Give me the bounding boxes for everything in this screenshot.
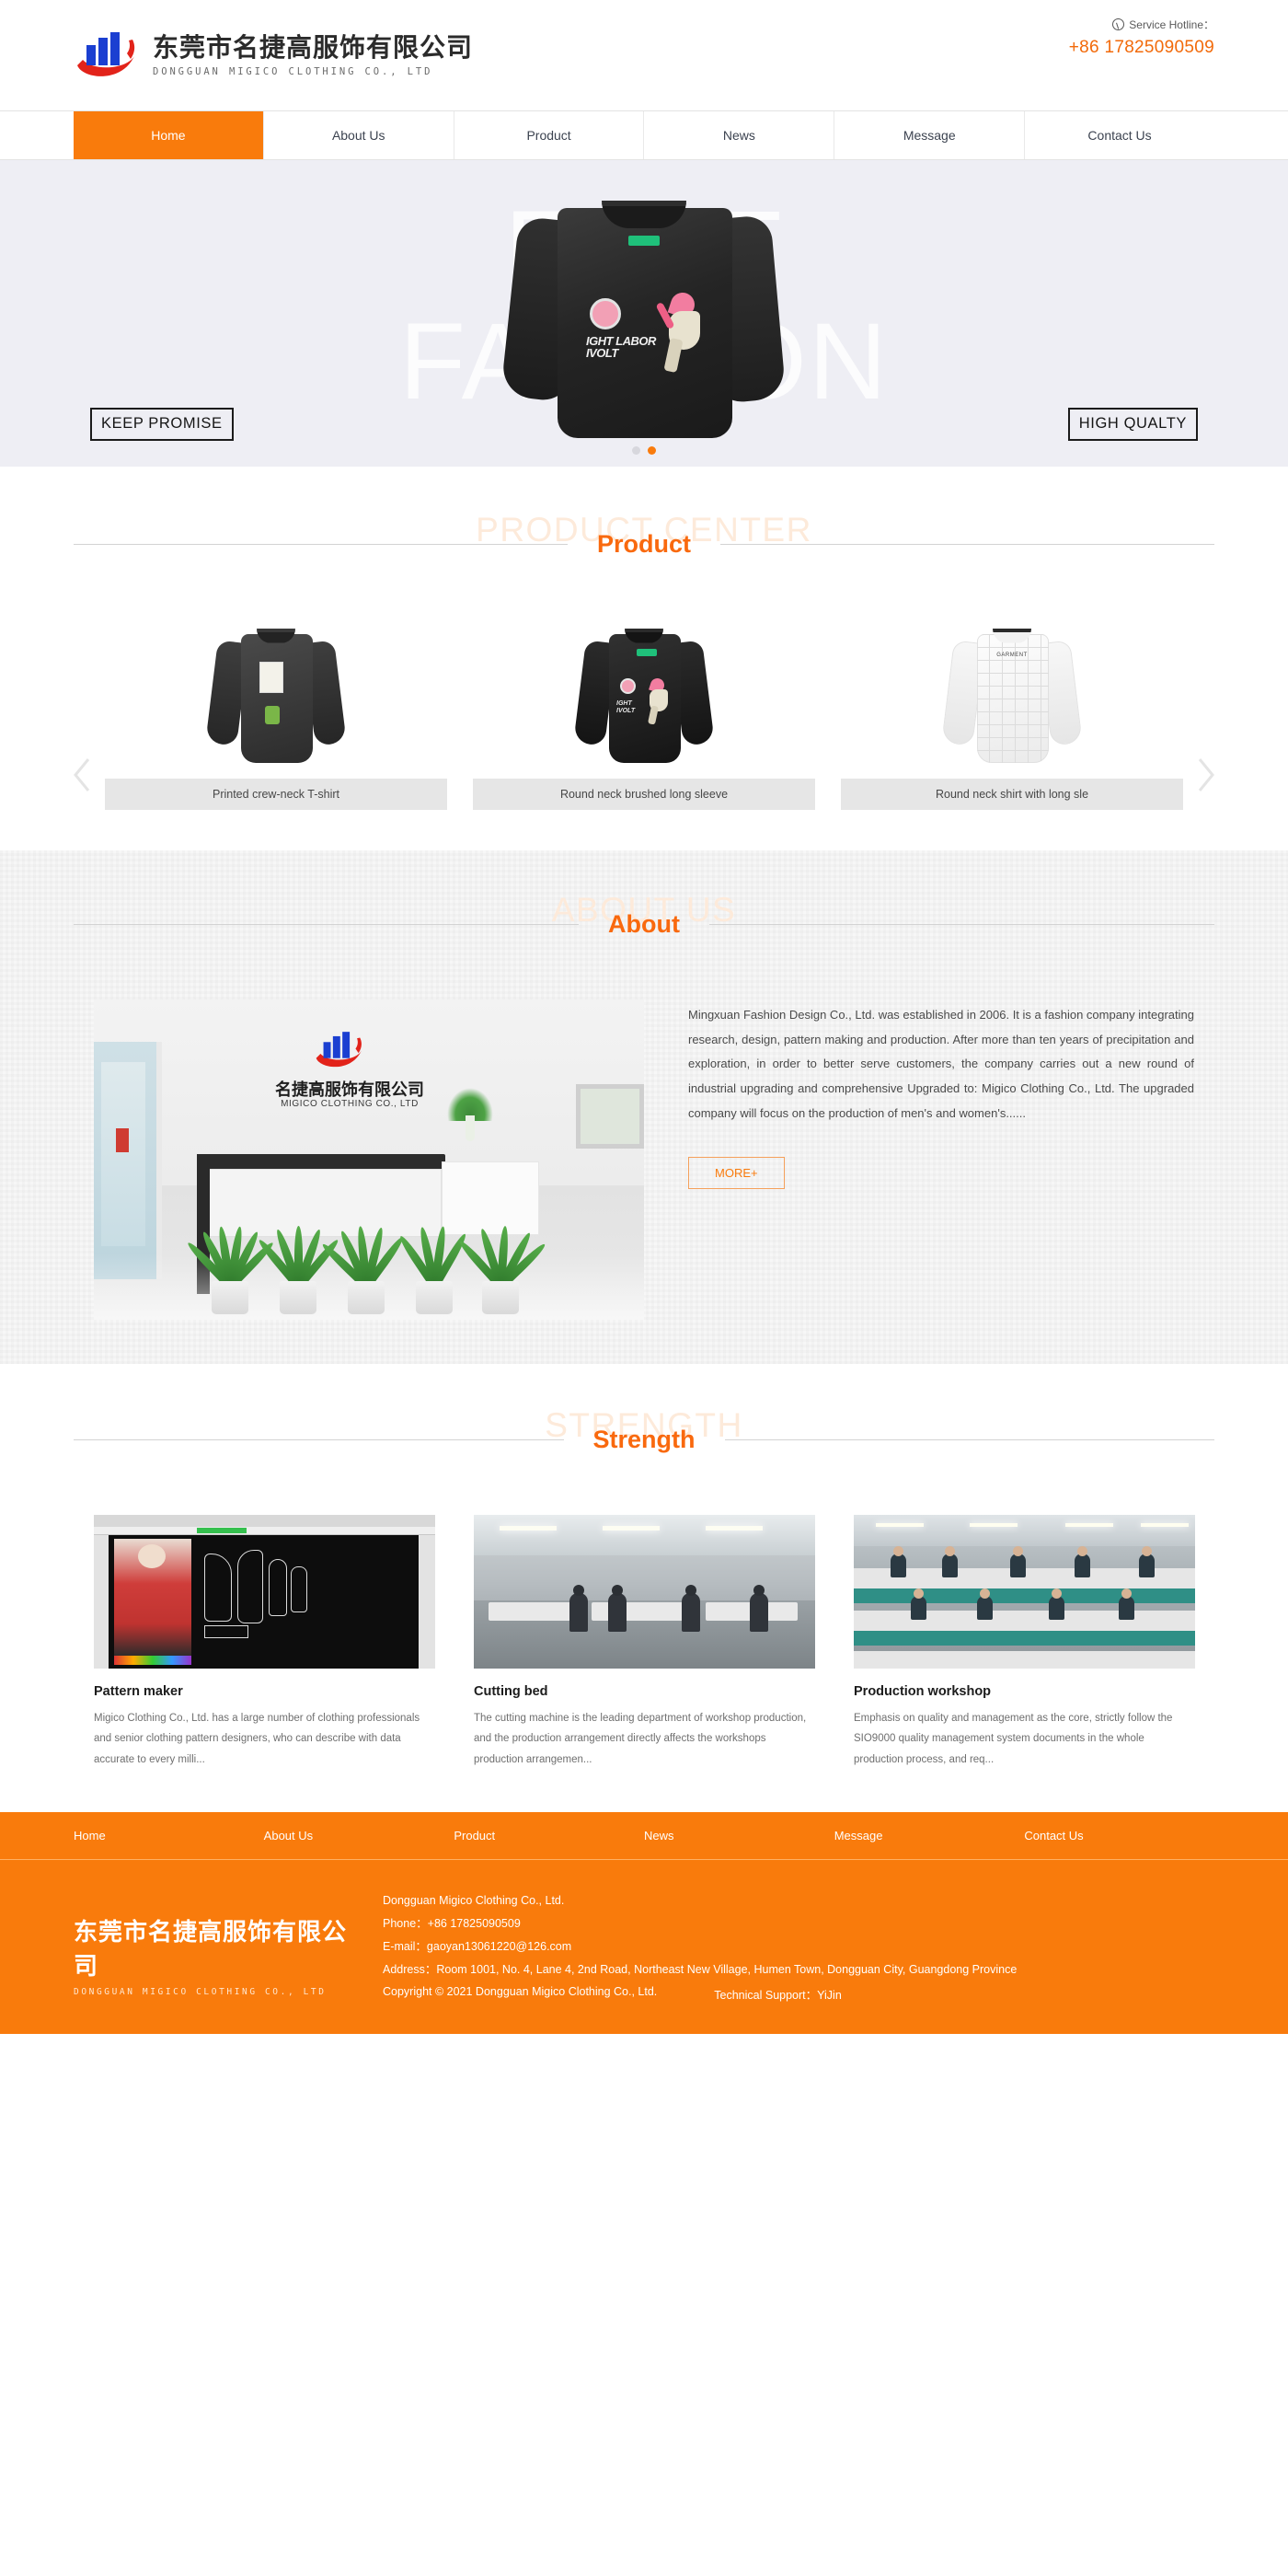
product-section-heading: PRODUCT CENTER Product [0,500,1288,595]
about-section: ABOUT US About 名捷高服饰有限公司 MIGICO CLOTHING… [0,850,1288,1364]
product-caption: Round neck brushed long sleeve [473,779,815,810]
carousel-prev-arrow-icon[interactable] [70,756,94,794]
divider-right [708,924,1214,925]
site-footer: 东莞市名捷高服饰有限公司 DONGGUAN MIGICO CLOTHING CO… [0,1860,1288,2035]
footer-email: E-mail：gaoyan13061220@126.com [383,1940,572,1954]
company-logo-icon [74,29,140,82]
footer-tech-support: Technical Support：YiJin [714,1989,842,2003]
strength-card[interactable]: Pattern maker Migico Clothing Co., Ltd. … [94,1515,435,1770]
strength-section: STRENGTH Strength Pattern maker Migico C… [0,1364,1288,1813]
divider-right [720,544,1215,545]
about-paragraph: Mingxuan Fashion Design Co., Ltd. was es… [688,1008,1194,1120]
office-wall-logo-icon [311,1029,368,1071]
strength-card-title: Production workshop [854,1684,992,1699]
nav-item-product[interactable]: Product [454,111,645,159]
hero-carousel-dots[interactable] [0,446,1288,455]
footer-nav-item-contact-us[interactable]: Contact Us [1024,1812,1214,1860]
product-card[interactable]: IGHT IVOLT Round neck brushed long sleeve [473,618,815,810]
hotline-number[interactable]: +86 17825090509 [1069,38,1214,58]
divider-right [724,1439,1214,1440]
product-section: PRODUCT CENTER Product Printed crew-neck… [0,467,1288,850]
strength-card[interactable]: Production workshop Emphasis on quality … [854,1515,1195,1770]
footer-copyright: Copyright © 2021 Dongguan Migico Clothin… [383,1985,658,1999]
footer-brand: 东莞市名捷高服饰有限公司 DONGGUAN MIGICO CLOTHING CO… [74,1888,350,2003]
strength-title: Strength [592,1426,696,1453]
strength-card-desc: The cutting machine is the leading depar… [474,1713,807,1765]
office-wall-text-cn: 名捷高服饰有限公司 [275,1080,424,1100]
footer-nav-item-product[interactable]: Product [454,1812,644,1860]
strength-photo-production-workshop [854,1515,1195,1669]
nav-item-home[interactable]: Home [74,111,264,159]
product-title: Product [597,530,692,558]
nav-item-message[interactable]: Message [834,111,1026,159]
phone-icon [1112,18,1125,30]
divider-left [74,544,568,545]
divider-left [74,924,580,925]
carousel-next-arrow-icon[interactable] [1194,756,1218,794]
product-image [105,618,447,779]
product-card[interactable]: GARMENT Round neck shirt with long sle [841,618,1183,810]
about-more-button[interactable]: MORE+ [688,1157,785,1190]
site-header: 东莞市名捷高服饰有限公司 DONGGUAN MIGICO CLOTHING CO… [0,0,1288,110]
main-navigation: Home About Us Product News Message Conta… [0,110,1288,160]
logo-title-cn: 东莞市名捷高服饰有限公司 [153,31,474,63]
footer-address: Address：Room 1001, No. 4, Lane 4, 2nd Ro… [383,1963,1018,1977]
hero-badge-high-qualty: HIGH QUALTY [1067,408,1198,441]
product-image: IGHT IVOLT [473,618,815,779]
footer-navigation: Home About Us Product News Message Conta… [0,1812,1288,1861]
strength-card-desc: Migico Clothing Co., Ltd. has a large nu… [94,1713,420,1765]
hero-dot-1[interactable] [632,446,640,455]
footer-nav-item-news[interactable]: News [644,1812,834,1860]
about-section-heading: ABOUT US About [0,880,1288,976]
service-hotline: Service Hotline： +86 17825090509 [1069,17,1214,58]
product-caption: Round neck shirt with long sle [841,779,1183,810]
strength-card[interactable]: Cutting bed The cutting machine is the l… [474,1515,815,1770]
about-office-photo: 名捷高服饰有限公司 MIGICO CLOTHING CO., LTD [94,999,644,1320]
divider-left [74,1439,564,1440]
hero-dot-2[interactable] [648,446,656,455]
footer-nav-item-about-us[interactable]: About Us [264,1812,454,1860]
footer-contact-info: Dongguan Migico Clothing Co., Ltd. Phone… [383,1888,1214,2003]
footer-brand-cn: 东莞市名捷高服饰有限公司 [74,1919,348,1981]
site-logo[interactable]: 东莞市名捷高服饰有限公司 DONGGUAN MIGICO CLOTHING CO… [74,29,473,82]
strength-card-title: Pattern maker [94,1684,183,1699]
about-title: About [608,910,680,938]
nav-item-about-us[interactable]: About Us [264,111,454,159]
strength-photo-cutting-bed [474,1515,815,1669]
strength-card-title: Cutting bed [474,1684,548,1699]
strength-photo-pattern-maker [94,1515,435,1669]
footer-phone: Phone：+86 17825090509 [383,1917,521,1931]
office-wall-text-en: MIGICO CLOTHING CO., LTD [281,1099,419,1109]
footer-company-name: Dongguan Migico Clothing Co., Ltd. [383,1894,565,1908]
footer-brand-en: DONGGUAN MIGICO CLOTHING CO., LTD [74,1987,327,1998]
hero-badge-keep-promise: KEEP PROMISE [90,408,234,441]
product-caption: Printed crew-neck T-shirt [105,779,447,810]
hero-garment-image: IGHT LABOR IVOLT [500,190,787,467]
strength-card-desc: Emphasis on quality and management as th… [854,1713,1173,1765]
nav-item-news[interactable]: News [644,111,835,159]
footer-nav-item-home[interactable]: Home [74,1812,264,1860]
hotline-label: Service Hotline： [1129,18,1214,31]
logo-title-en: DONGGUAN MIGICO CLOTHING CO., LTD [153,66,433,78]
nav-item-contact-us[interactable]: Contact Us [1025,111,1214,159]
product-image: GARMENT [841,618,1183,779]
footer-nav-item-message[interactable]: Message [834,1812,1025,1860]
strength-section-heading: STRENGTH Strength [0,1395,1288,1491]
product-card[interactable]: Printed crew-neck T-shirt [105,618,447,810]
